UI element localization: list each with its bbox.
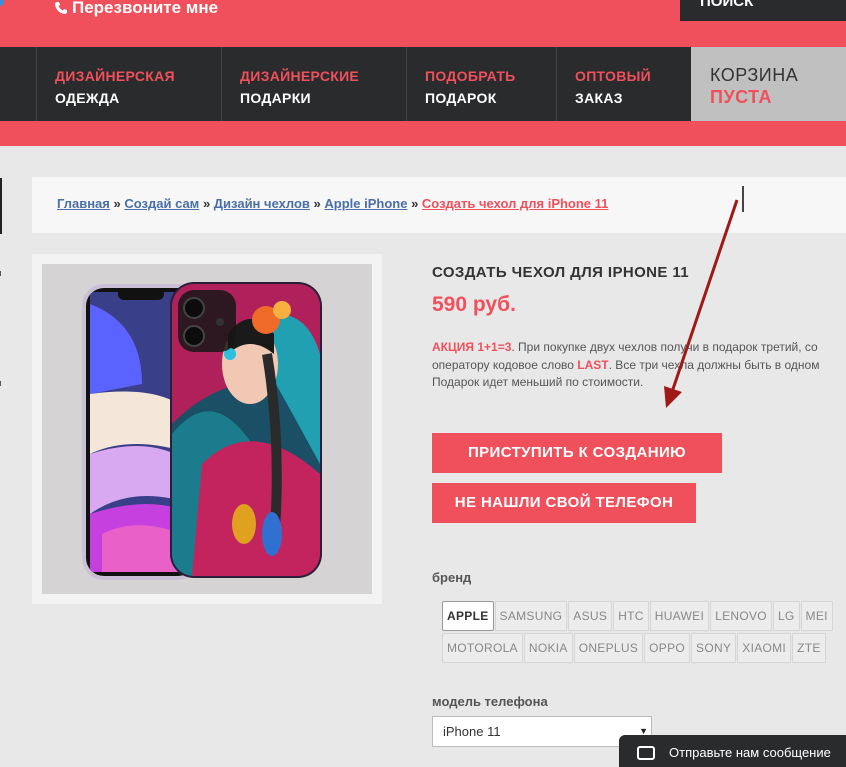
phone-model-value: iPhone 11: [443, 724, 501, 739]
nav-line1: ОПТОВЫЙ: [575, 68, 652, 84]
brand-chip-htc[interactable]: HTC: [613, 601, 649, 631]
brand-label: бренд: [432, 570, 472, 585]
brand-chip-motorola[interactable]: MOTOROLA: [442, 633, 523, 663]
side-marker: [0, 271, 1, 276]
brand-chip-oppo[interactable]: OPPO: [644, 633, 691, 663]
promo-line2b-text: . Все три чехла должны быть в одном: [608, 357, 820, 372]
phone-case-illustration: [82, 282, 322, 580]
promo-line-2: оператору кодовое слово LAST. Все три че…: [432, 357, 846, 375]
product-image[interactable]: [42, 264, 372, 594]
breadcrumb-link-case-design[interactable]: Дизайн чехлов: [214, 196, 310, 211]
breadcrumb-separator: »: [411, 196, 419, 211]
search-button[interactable]: ПОИСК: [680, 0, 846, 21]
phone-icon: [55, 2, 67, 14]
callback-link[interactable]: Перезвоните мне: [54, 0, 218, 18]
cart-status: ПУСТА: [710, 87, 773, 107]
brand-chip-xiaomi[interactable]: XIAOMI: [737, 633, 792, 663]
chat-label: Отправьте нам сообщение: [669, 745, 831, 760]
promo-code: LAST: [577, 357, 609, 372]
promo-line-1: АКЦИЯ 1+1=3. При покупке двух чехлов пол…: [432, 339, 846, 357]
start-design-button[interactable]: ПРИСТУПИТЬ К СОЗДАНИЮ: [432, 433, 722, 473]
product-price: 590 руб.: [432, 293, 516, 316]
breadcrumb-separator: »: [113, 196, 121, 211]
nav-line2: ПОДАРОК: [425, 90, 497, 106]
phone-not-found-button[interactable]: НЕ НАШЛИ СВОЙ ТЕЛЕФОН: [432, 483, 696, 523]
breadcrumb-link-apple[interactable]: Apple iPhone: [324, 196, 407, 211]
promo-line-3: Подарок идет меньший по стоимости.: [432, 375, 644, 389]
nav-line2: ОДЕЖДА: [55, 90, 120, 106]
nav-item-pick-gift[interactable]: ПОДОБРАТЬ ПОДАРОК: [406, 47, 556, 121]
brand-chip-lenovo[interactable]: LENOVO: [710, 601, 772, 631]
top-bar: Перезвоните мне ПОИСК: [0, 0, 846, 47]
chat-widget[interactable]: Отправьте нам сообщение: [619, 735, 846, 767]
promo-line2a-text: оператору кодовое слово: [432, 357, 578, 372]
promo-label: АКЦИЯ 1+1=3: [432, 340, 512, 354]
brand-chip-huawei[interactable]: HUAWEI: [649, 601, 710, 631]
nav-item-designer-gifts[interactable]: ДИЗАЙНЕРСКИЕ ПОДАРКИ: [221, 47, 406, 121]
brand-row: MOTOROLA NOKIA ONEPLUS OPPO SONY XIAOMI ZTE: [442, 633, 846, 664]
brand-selector: APPLE SAMSUNG ASUS HTC HUAWEI LENOVO LG MEI MOT…: [442, 601, 846, 665]
promo-line1-text: . При покупке двух чехлов получи в подар…: [511, 340, 818, 354]
product-image-frame: [32, 254, 382, 604]
breadcrumb: Главная » Создай сам » Дизайн чехлов » A…: [32, 177, 846, 233]
brand-chip-samsung[interactable]: SAMSUNG: [494, 601, 568, 631]
brand-chip-nokia[interactable]: NOKIA: [523, 633, 573, 663]
breadcrumb-link-create[interactable]: Создай сам: [124, 196, 199, 211]
brand-chip-oneplus[interactable]: ONEPLUS: [573, 633, 644, 663]
nav-item-wholesale[interactable]: ОПТОВЫЙ ЗАКАЗ: [556, 47, 691, 121]
brand-chip-mei[interactable]: MEI: [800, 601, 833, 631]
message-icon: [637, 746, 655, 760]
brand-chip-zte[interactable]: ZTE: [792, 633, 826, 663]
brand-chip-lg[interactable]: LG: [772, 601, 800, 631]
breadcrumb-link-home[interactable]: Главная: [57, 196, 110, 211]
callback-label: Перезвоните мне: [72, 0, 219, 17]
brand-chip-apple[interactable]: APPLE: [442, 601, 494, 631]
nav-item-designer-clothes[interactable]: ДИЗАЙНЕРСКАЯ ОДЕЖДА: [36, 47, 221, 121]
logo[interactable]: [0, 0, 4, 6]
side-marker: [0, 381, 1, 386]
nav-line2: ЗАКАЗ: [575, 90, 623, 106]
brand-chip-asus[interactable]: ASUS: [568, 601, 613, 631]
cart-label: КОРЗИНА: [710, 65, 799, 85]
header-band: [0, 121, 846, 146]
nav-line1: ДИЗАЙНЕРСКАЯ: [55, 68, 175, 84]
nav-line1: ДИЗАЙНЕРСКИЕ: [240, 68, 360, 84]
breadcrumb-separator: »: [313, 196, 321, 211]
nav-line2: ПОДАРКИ: [240, 90, 311, 106]
breadcrumb-separator: »: [202, 196, 211, 211]
product-title: СОЗДАТЬ ЧЕХОЛ ДЛЯ IPHONE 11: [432, 264, 690, 281]
brand-row: APPLE SAMSUNG ASUS HTC HUAWEI LENOVO LG MEI: [442, 601, 846, 632]
nav-line1: ПОДОБРАТЬ: [425, 68, 516, 84]
side-tab[interactable]: [0, 178, 2, 234]
text-cursor: [742, 186, 744, 212]
model-label: модель телефона: [432, 694, 548, 709]
promo-text: АКЦИЯ 1+1=3. При покупке двух чехлов пол…: [432, 339, 846, 392]
brand-chip-sony[interactable]: SONY: [691, 633, 737, 663]
cart-button[interactable]: КОРЗИНА ПУСТА: [691, 47, 846, 121]
breadcrumb-current[interactable]: Создать чехол для iPhone 11: [422, 196, 608, 211]
